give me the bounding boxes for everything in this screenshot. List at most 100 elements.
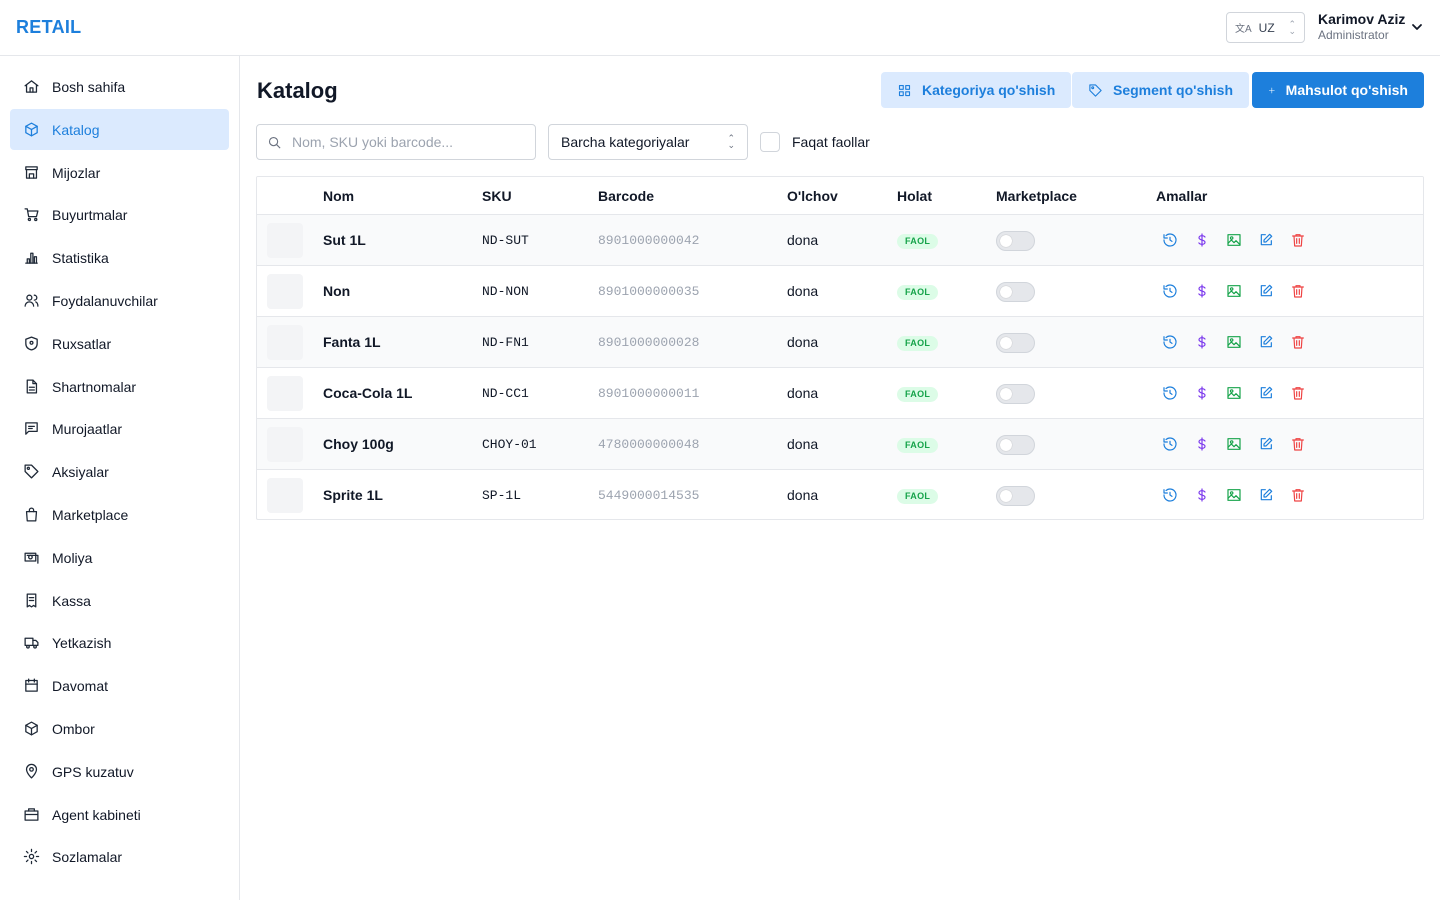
sidebar-item-yetkazish[interactable]: Yetkazish	[10, 622, 229, 663]
table-row[interactable]: Sprite 1L SP-1L 5449000014535 dona FAOL	[257, 470, 1423, 519]
price-button[interactable]	[1194, 487, 1210, 503]
updown-chevron-icon: ⌃ ⌄	[1288, 18, 1296, 36]
table-row[interactable]: Coca-Cola 1L ND-CC1 8901000000011 dona F…	[257, 368, 1423, 419]
sidebar-item-agent-kabineti[interactable]: Agent kabineti	[10, 794, 229, 835]
history-button[interactable]	[1162, 334, 1178, 350]
price-button[interactable]	[1194, 334, 1210, 350]
delete-button[interactable]	[1290, 232, 1306, 248]
price-button[interactable]	[1194, 232, 1210, 248]
product-unit: dona	[787, 283, 819, 299]
marketplace-toggle[interactable]	[996, 435, 1035, 455]
sidebar-item-buyurtmalar[interactable]: Buyurtmalar	[10, 194, 229, 235]
history-button[interactable]	[1162, 487, 1178, 503]
delete-button[interactable]	[1290, 283, 1306, 299]
product-barcode: 8901000000035	[598, 284, 700, 299]
column-header-unit[interactable]: O'lchov	[787, 188, 838, 204]
column-header-status[interactable]: Holat	[897, 188, 932, 204]
history-icon	[1163, 335, 1177, 349]
product-sku: SP-1L	[482, 488, 522, 503]
brand-logo[interactable]: RETAIL	[16, 17, 81, 38]
add-segment-button[interactable]: Segment qo'shish	[1072, 72, 1250, 108]
add-product-button[interactable]: Mahsulot qo'shish	[1252, 72, 1424, 108]
cart-icon	[24, 208, 39, 222]
history-button[interactable]	[1162, 232, 1178, 248]
delete-button[interactable]	[1290, 487, 1306, 503]
table-row[interactable]: Non ND-NON 8901000000035 dona FAOL	[257, 266, 1423, 317]
marketplace-toggle[interactable]	[996, 486, 1035, 506]
image-button[interactable]	[1226, 385, 1242, 401]
plus-icon	[1268, 87, 1275, 93]
chevron-down-icon[interactable]	[1410, 20, 1424, 34]
sidebar-item-ombor[interactable]: Ombor	[10, 708, 229, 749]
sidebar-item-davomat[interactable]: Davomat	[10, 665, 229, 706]
marketplace-toggle[interactable]	[996, 282, 1035, 302]
edit-button[interactable]	[1258, 487, 1274, 503]
history-icon	[1163, 233, 1177, 247]
search-field[interactable]	[256, 124, 536, 160]
image-button[interactable]	[1226, 334, 1242, 350]
delete-button[interactable]	[1290, 334, 1306, 350]
history-button[interactable]	[1162, 283, 1178, 299]
sidebar-item-bosh-sahifa[interactable]: Bosh sahifa	[10, 66, 229, 107]
image-button[interactable]	[1226, 487, 1242, 503]
gear-icon	[23, 848, 40, 865]
sidebar-item-label: Yetkazish	[52, 634, 112, 651]
sidebar-item-sozlamalar[interactable]: Sozlamalar	[10, 836, 229, 877]
sidebar-item-kassa[interactable]: Kassa	[10, 580, 229, 621]
marketplace-toggle[interactable]	[996, 231, 1035, 251]
search-input[interactable]	[292, 134, 512, 150]
image-button[interactable]	[1226, 436, 1242, 452]
language-select[interactable]: 文A UZ ⌃ ⌄	[1226, 12, 1305, 43]
sidebar-item-katalog[interactable]: Katalog	[10, 109, 229, 150]
shield-icon	[25, 336, 38, 351]
active-only-label[interactable]: Faqat faollar	[792, 134, 870, 150]
add-category-button[interactable]: Kategoriya qo'shish	[881, 72, 1072, 108]
column-header-marketplace[interactable]: Marketplace	[996, 188, 1077, 204]
active-only-checkbox[interactable]	[760, 132, 780, 152]
edit-button[interactable]	[1258, 385, 1274, 401]
sidebar-item-ruxsatlar[interactable]: Ruxsatlar	[10, 323, 229, 364]
image-button[interactable]	[1226, 232, 1242, 248]
history-button[interactable]	[1162, 385, 1178, 401]
sidebar-item-shartnomalar[interactable]: Shartnomalar	[10, 366, 229, 407]
history-button[interactable]	[1162, 436, 1178, 452]
sidebar-item-label: Murojaatlar	[52, 420, 123, 437]
table-row[interactable]: Sut 1L ND-SUT 8901000000042 dona FAOL	[257, 215, 1423, 266]
column-header-name[interactable]: Nom	[323, 188, 354, 204]
status-badge: FAOL	[897, 336, 939, 351]
sidebar-item-aksiyalar[interactable]: Aksiyalar	[10, 451, 229, 492]
edit-button[interactable]	[1258, 436, 1274, 452]
sidebar-item-moliya[interactable]: Moliya	[10, 537, 229, 578]
delete-button[interactable]	[1290, 385, 1306, 401]
price-button[interactable]	[1194, 436, 1210, 452]
delete-button[interactable]	[1290, 436, 1306, 452]
sidebar-item-mijozlar[interactable]: Mijozlar	[10, 152, 229, 193]
image-button[interactable]	[1226, 283, 1242, 299]
sidebar-item-marketplace[interactable]: Marketplace	[10, 494, 229, 535]
column-header-sku[interactable]: SKU	[482, 188, 512, 204]
column-header-barcode[interactable]: Barcode	[598, 188, 654, 204]
translate-icon: 文A	[1235, 24, 1252, 35]
truck-icon	[24, 637, 39, 649]
category-select[interactable]: Barcha kategoriyalar ⌃ ⌄	[548, 124, 748, 160]
sidebar-item-label: Shartnomalar	[52, 378, 137, 395]
edit-button[interactable]	[1258, 283, 1274, 299]
product-thumbnail	[267, 478, 303, 513]
sidebar-item-statistika[interactable]: Statistika	[10, 237, 229, 278]
sidebar-item-gps-kuzatuv[interactable]: GPS kuzatuv	[10, 751, 229, 792]
table-row[interactable]: Choy 100g CHOY-01 4780000000048 dona FAO…	[257, 419, 1423, 470]
user-menu[interactable]: Karimov Aziz Administrator	[1318, 11, 1405, 42]
table-row[interactable]: Fanta 1L ND-FN1 8901000000028 dona FAOL	[257, 317, 1423, 368]
price-button[interactable]	[1194, 385, 1210, 401]
briefcase-icon	[24, 808, 39, 821]
sidebar-item-foydalanuvchilar[interactable]: Foydalanuvchilar	[10, 280, 229, 321]
marketplace-toggle[interactable]	[996, 333, 1035, 353]
store-icon	[25, 166, 38, 179]
sidebar-item-murojaatlar[interactable]: Murojaatlar	[10, 408, 229, 449]
price-button[interactable]	[1194, 283, 1210, 299]
edit-button[interactable]	[1258, 232, 1274, 248]
edit-button[interactable]	[1258, 334, 1274, 350]
dollar-icon	[1198, 284, 1206, 298]
marketplace-toggle[interactable]	[996, 384, 1035, 404]
sidebar-item-label: Mijozlar	[52, 164, 101, 181]
